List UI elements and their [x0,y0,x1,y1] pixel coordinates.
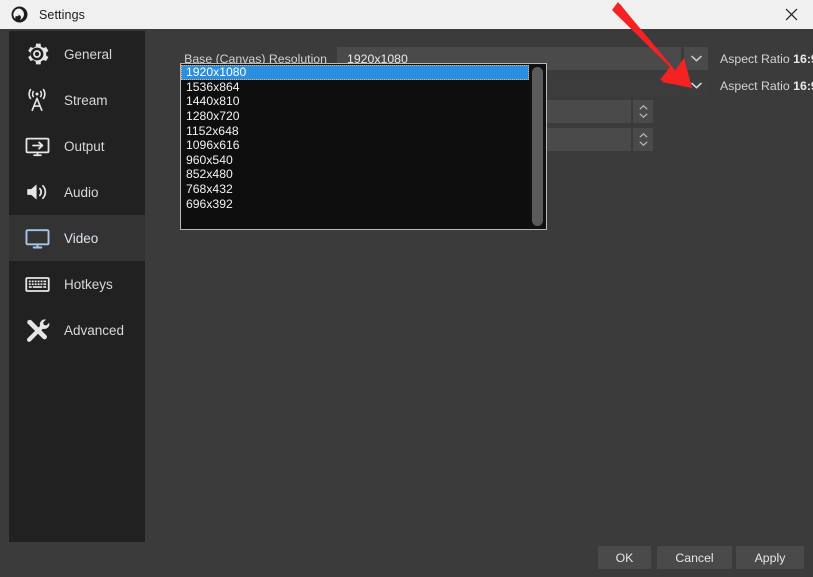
sidebar-item-audio[interactable]: Audio [9,169,145,215]
base-aspect-prefix: Aspect Ratio [720,52,790,66]
output-aspect-value: 16:9 [793,79,813,93]
cancel-button[interactable]: Cancel [657,546,732,569]
spin-field-2-value[interactable] [533,128,631,151]
output-aspect-ratio: Aspect Ratio 16:9 [720,79,813,93]
sidebar-item-stream[interactable]: Stream [9,77,145,123]
obs-logo-icon [11,6,28,23]
spinner-updown-icon[interactable] [633,128,653,151]
chevron-down-icon[interactable] [684,47,708,70]
dropdown-option[interactable]: 1920x1080 [181,65,529,80]
dropdown-option[interactable]: 1536x864 [181,80,529,95]
settings-window: Settings General [0,0,813,577]
dropdown-option[interactable]: 1440x810 [181,94,529,109]
dropdown-option[interactable]: 1096x616 [181,138,529,153]
broadcast-icon [22,85,52,115]
sidebar-item-video[interactable]: Video [9,215,145,261]
ok-button[interactable]: OK [598,546,651,569]
spin-field-2[interactable] [533,128,653,151]
dropdown-option[interactable]: 960x540 [181,153,529,168]
dropdown-option[interactable]: 1152x648 [181,123,529,138]
wrench-screwdriver-icon [22,315,52,345]
dropdown-option[interactable]: 696x392 [181,196,529,211]
sidebar-item-output[interactable]: Output [9,123,145,169]
sidebar-item-label: Output [64,139,105,154]
dropdown-option[interactable]: 768x432 [181,182,529,197]
monitor-arrow-icon [22,131,52,161]
sidebar-item-general[interactable]: General [9,31,145,77]
dropdown-scrollbar-thumb[interactable] [532,67,543,226]
spinner-updown-icon[interactable] [633,100,653,123]
speaker-icon [22,177,52,207]
base-aspect-value: 16:9 [793,52,813,66]
spin-field-1-value[interactable] [533,100,631,123]
title-bar: Settings [0,0,813,29]
sidebar-item-label: Stream [64,93,108,108]
spin-field-1[interactable] [533,100,653,123]
dropdown-option[interactable]: 852x480 [181,167,529,182]
settings-sidebar: General Stream Output [9,31,145,542]
dropdown-option[interactable]: 1280x720 [181,109,529,124]
sidebar-item-label: Audio [64,185,99,200]
apply-button[interactable]: Apply [736,546,804,569]
dropdown-scrollbar[interactable] [529,64,546,229]
sidebar-item-label: Advanced [64,323,124,338]
chevron-down-icon[interactable] [684,74,708,97]
sidebar-item-label: Video [64,231,98,246]
gear-icon [22,39,52,69]
dropdown-option-list[interactable]: 1920x1080 1536x864 1440x810 1280x720 115… [181,64,529,229]
window-title: Settings [39,8,85,22]
sidebar-item-hotkeys[interactable]: Hotkeys [9,261,145,307]
base-aspect-ratio: Aspect Ratio 16:9 [720,52,813,66]
sidebar-item-label: General [64,47,112,62]
close-icon[interactable] [769,0,813,29]
sidebar-item-label: Hotkeys [64,277,113,292]
keyboard-icon [22,269,52,299]
monitor-icon [22,223,52,253]
output-aspect-prefix: Aspect Ratio [720,79,790,93]
output-resolution-dropdown-popup[interactable]: 1920x1080 1536x864 1440x810 1280x720 115… [180,63,547,230]
sidebar-item-advanced[interactable]: Advanced [9,307,145,353]
dialog-button-bar: OK Cancel Apply [0,546,813,577]
